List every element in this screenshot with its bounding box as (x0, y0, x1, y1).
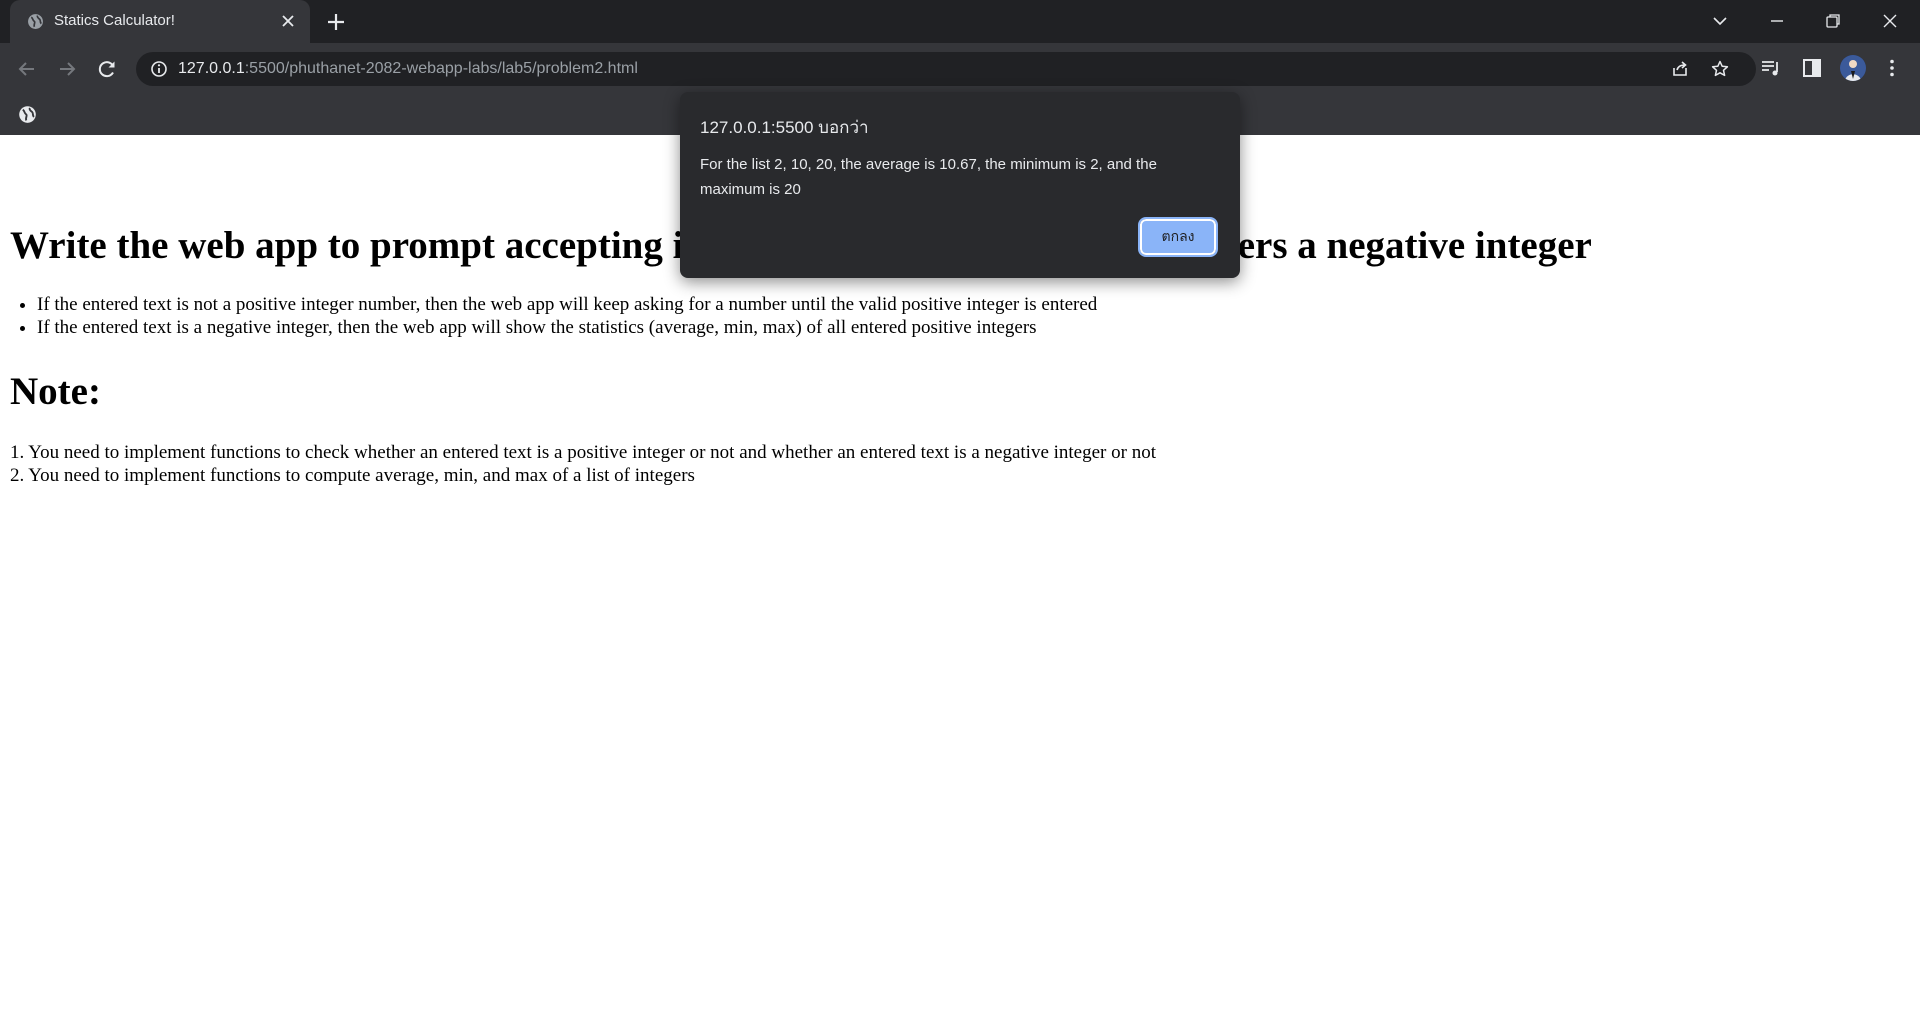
globe-icon (28, 14, 43, 29)
note-heading: Note: (10, 370, 101, 413)
chevron-down-icon[interactable] (1707, 8, 1733, 34)
url-host: 127.0.0.1 (178, 60, 245, 77)
alert-dialog: 127.0.0.1:5500 บอกว่า For the list 2, 10… (680, 92, 1240, 278)
arrow-right-icon[interactable] (54, 56, 80, 82)
avatar[interactable] (1840, 55, 1866, 81)
notes-list: 1. You need to implement functions to ch… (10, 441, 1156, 487)
media-queue-icon[interactable] (1759, 56, 1783, 80)
reload-icon[interactable] (94, 56, 120, 82)
share-icon[interactable] (1670, 59, 1690, 79)
kebab-menu-icon[interactable] (1880, 56, 1904, 80)
rules-list: If the entered text is not a positive in… (10, 293, 1097, 339)
note-item: 2. You need to implement functions to co… (10, 465, 695, 486)
url-path: :5500/phuthanet-2082-webapp-labs/lab5/pr… (244, 60, 638, 77)
dialog-message: For the list 2, 10, 20, the average is 1… (700, 156, 1157, 198)
info-icon[interactable] (150, 60, 168, 78)
restore-icon[interactable] (1820, 8, 1846, 34)
minimize-icon[interactable] (1764, 8, 1790, 34)
url-text[interactable]: 127.0.0.1:5500/phuthanet-2082-webapp-lab… (178, 60, 638, 78)
tab-strip: Statics Calculator! (0, 0, 1920, 43)
list-item: If the entered text is not a positive in… (37, 293, 1097, 316)
arrow-left-icon[interactable] (14, 56, 40, 82)
browser-toolbar: 127.0.0.1:5500/phuthanet-2082-webapp-lab… (0, 43, 1920, 95)
list-item: If the entered text is a negative intege… (37, 316, 1097, 339)
tab-title: Statics Calculator! (54, 12, 175, 29)
window-close-icon[interactable] (1877, 8, 1903, 34)
browser-tab[interactable]: Statics Calculator! (10, 0, 310, 43)
address-bar[interactable]: 127.0.0.1:5500/phuthanet-2082-webapp-lab… (136, 52, 1756, 86)
profile-icon (1840, 55, 1866, 81)
star-icon[interactable] (1710, 59, 1730, 79)
close-icon[interactable] (278, 11, 298, 31)
plus-icon[interactable] (324, 10, 348, 34)
note-item: 1. You need to implement functions to ch… (10, 442, 1156, 463)
ok-button[interactable]: ตกลง (1138, 217, 1218, 257)
globe-icon[interactable] (18, 105, 37, 124)
dialog-origin: 127.0.0.1:5500 บอกว่า (700, 118, 869, 137)
side-panel-icon[interactable] (1800, 56, 1824, 80)
